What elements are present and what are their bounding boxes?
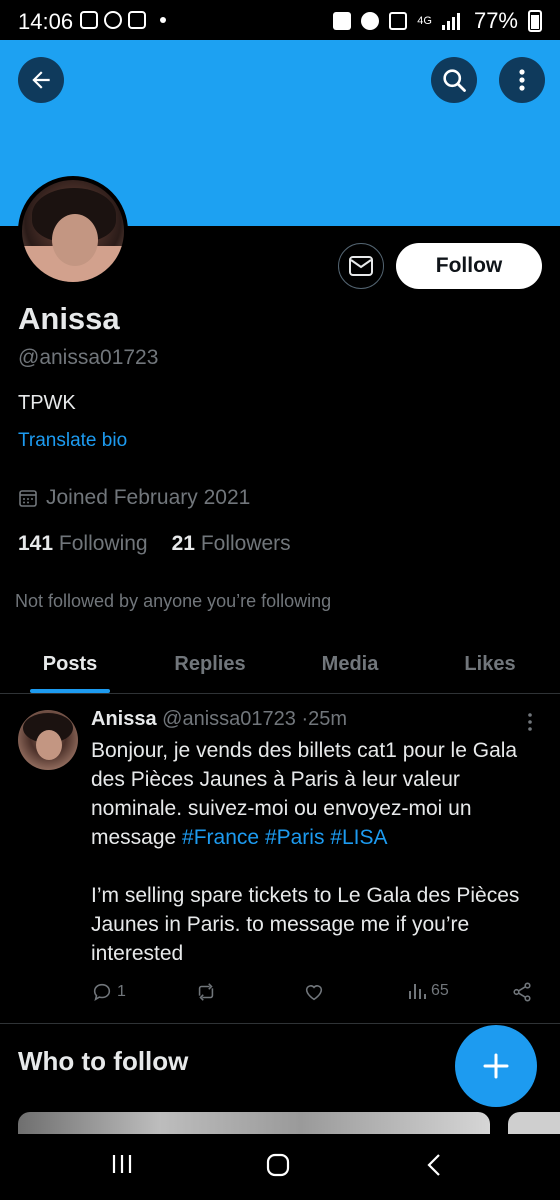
not-followed-notice: Not followed by anyone you’re following — [15, 591, 332, 611]
envelope-icon — [349, 256, 373, 276]
follow-button[interactable]: Follow — [396, 243, 542, 289]
home-icon — [266, 1153, 290, 1177]
system-navigation-bar — [0, 1134, 560, 1200]
following-count: 141 — [18, 532, 54, 555]
back-button[interactable] — [18, 57, 64, 103]
calendar-icon — [19, 490, 37, 507]
more-options-button[interactable] — [499, 57, 545, 103]
chevron-left-icon — [427, 1154, 440, 1176]
post-actions: 1 65 — [91, 981, 541, 1005]
reply-icon — [93, 983, 111, 1001]
recent-apps-icon — [112, 1155, 132, 1173]
more-vertical-icon — [519, 69, 525, 91]
suggestion-card[interactable] — [18, 1112, 490, 1134]
joined-date: Joined February 2021 — [18, 486, 250, 510]
post-text-english: I’m selling spare tickets to Le Gala des… — [91, 884, 520, 965]
home-button[interactable] — [265, 1152, 291, 1183]
profile-tabs: Posts Replies Media Likes — [0, 636, 560, 694]
message-button[interactable] — [338, 243, 384, 289]
share-button[interactable] — [511, 981, 533, 1003]
profile-bio: TPWK — [18, 392, 76, 414]
tab-posts[interactable]: Posts — [0, 636, 140, 693]
mail-notification-icon — [80, 11, 98, 29]
post-more-button[interactable] — [527, 712, 533, 737]
post-item[interactable]: Anissa @anissa01723 ·25m Bonjour, je ven… — [0, 694, 560, 1024]
signal-icon — [441, 13, 460, 30]
network-label: 4G — [417, 15, 432, 27]
post-time: 25m — [308, 708, 348, 730]
post-header: Anissa @anissa01723 ·25m — [91, 708, 347, 731]
battery-percent: 77% — [473, 8, 518, 33]
status-bar: 14:06 4G 77% — [0, 0, 560, 40]
hashtag-paris[interactable]: #Paris — [265, 826, 325, 849]
profile-name: Anissa — [18, 301, 120, 336]
follow-stats: 141 Following 21 Followers — [18, 532, 291, 556]
followers-link[interactable]: 21 Followers — [172, 532, 291, 556]
search-icon — [443, 69, 466, 92]
more-vertical-icon — [528, 713, 532, 731]
tab-media[interactable]: Media — [280, 636, 420, 693]
system-icons: 4G 77% — [333, 8, 542, 34]
following-label: Following — [58, 532, 148, 555]
tab-likes[interactable]: Likes — [420, 636, 560, 693]
battery-icon — [528, 10, 542, 32]
profile-handle: @anissa01723 — [18, 346, 159, 369]
plus-icon — [483, 1053, 509, 1079]
post-text: Bonjour, je vends des billets cat1 pour … — [91, 736, 541, 968]
more-notifications-dot-icon — [160, 17, 166, 23]
hashtag-france[interactable]: #France — [182, 826, 259, 849]
gallery-notification-icon — [128, 11, 146, 29]
tab-replies[interactable]: Replies — [140, 636, 280, 693]
arrow-left-icon — [32, 71, 50, 89]
post-author-handle: @anissa01723 — [162, 708, 296, 730]
suggestion-card[interactable] — [508, 1112, 560, 1134]
views-count: 65 — [431, 982, 449, 999]
compose-post-button[interactable] — [455, 1025, 537, 1107]
heart-icon — [305, 985, 323, 1001]
repost-button[interactable] — [194, 981, 218, 1003]
alarm-icon — [361, 12, 380, 30]
reply-count: 1 — [117, 983, 126, 1000]
app-notification-icon — [104, 11, 122, 29]
repost-icon — [198, 983, 214, 1001]
post-avatar[interactable] — [18, 710, 78, 770]
status-time: 14:06 — [18, 9, 74, 34]
system-back-button[interactable] — [424, 1152, 444, 1183]
followers-label: Followers — [200, 532, 291, 555]
post-author-name[interactable]: Anissa — [91, 708, 157, 730]
reply-button[interactable]: 1 — [91, 981, 126, 1003]
mute-icon — [389, 12, 408, 30]
joined-text: Joined February 2021 — [46, 486, 251, 509]
share-icon — [513, 982, 531, 1002]
followers-count: 21 — [171, 532, 195, 555]
profile-avatar[interactable] — [18, 176, 128, 286]
search-button[interactable] — [431, 57, 477, 103]
hashtag-lisa[interactable]: #LISA — [330, 826, 387, 849]
like-button[interactable] — [303, 981, 325, 1003]
nfc-icon — [333, 12, 352, 30]
translate-bio-link[interactable]: Translate bio — [18, 430, 127, 452]
following-link[interactable]: 141 Following — [18, 532, 148, 556]
who-to-follow-title: Who to follow — [18, 1046, 189, 1076]
views-icon — [409, 984, 426, 999]
views-button[interactable]: 65 — [407, 981, 449, 1001]
notification-icons — [80, 11, 166, 29]
recent-apps-button[interactable] — [110, 1152, 134, 1181]
